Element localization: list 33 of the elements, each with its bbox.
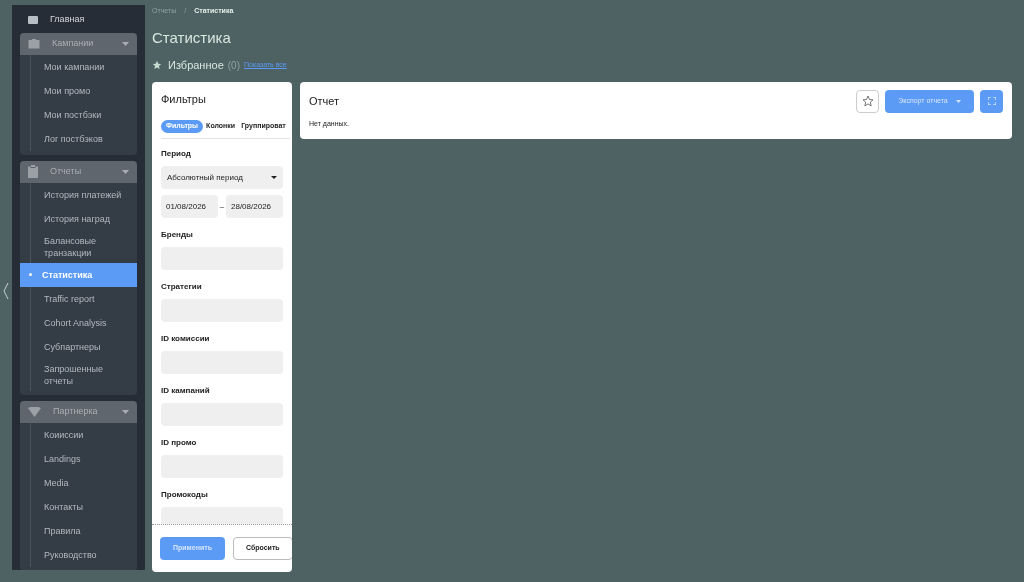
field-label: ID комиссии	[161, 333, 211, 345]
favorites-label: Избранное	[168, 58, 224, 73]
sidebar-item[interactable]: История платежей	[30, 182, 137, 207]
sidebar-item[interactable]: Балансовые транзакции	[30, 230, 137, 263]
sidebar-item[interactable]: Главная	[20, 13, 137, 27]
field-label: ID кампаний	[161, 385, 211, 397]
date-field[interactable]: 01/08/2026	[161, 195, 218, 218]
sidebar-item[interactable]: Коииссии	[30, 422, 137, 447]
page-title: Статистика	[152, 27, 232, 48]
report-title: Отчет	[309, 93, 341, 109]
panel-title: Фильтры	[160, 91, 207, 107]
sidebar-item[interactable]: Мои кампании	[30, 54, 137, 79]
field-label: Промокоды	[161, 489, 209, 501]
date-field[interactable]: 28/08/2026	[226, 195, 283, 218]
sidebar-item[interactable]: Landings	[30, 446, 137, 471]
field-label: ID промо	[161, 437, 198, 449]
sidebar-item[interactable]: Руководство	[30, 542, 137, 567]
sidebar-item[interactable]: Мои промо	[30, 78, 137, 103]
range-separator: –	[218, 200, 226, 213]
sidebar-item[interactable]: Media	[30, 470, 137, 495]
period-select[interactable]: Абсолютный период	[161, 166, 283, 189]
field-label: Стратегии	[161, 281, 203, 293]
sidebar-item[interactable]: Контакты	[30, 494, 137, 519]
sidebar-item[interactable]: Мои постбэки	[30, 102, 137, 127]
sidebar-item[interactable]: Субпартнеры	[30, 334, 137, 359]
sidebar-item[interactable]: Запрошенные отчеты	[30, 358, 137, 391]
field-label: Период	[161, 148, 192, 160]
sidebar-item[interactable]: Правила	[30, 518, 137, 543]
sidebar-item[interactable]: Лог постбэков	[30, 126, 137, 151]
sidebar-item[interactable]: История наград	[30, 206, 137, 231]
sidebar-item[interactable]: Cohort Analysis	[30, 310, 137, 335]
field-label: Бренды	[161, 229, 194, 241]
sidebar-item[interactable]: Traffic report	[30, 286, 137, 311]
